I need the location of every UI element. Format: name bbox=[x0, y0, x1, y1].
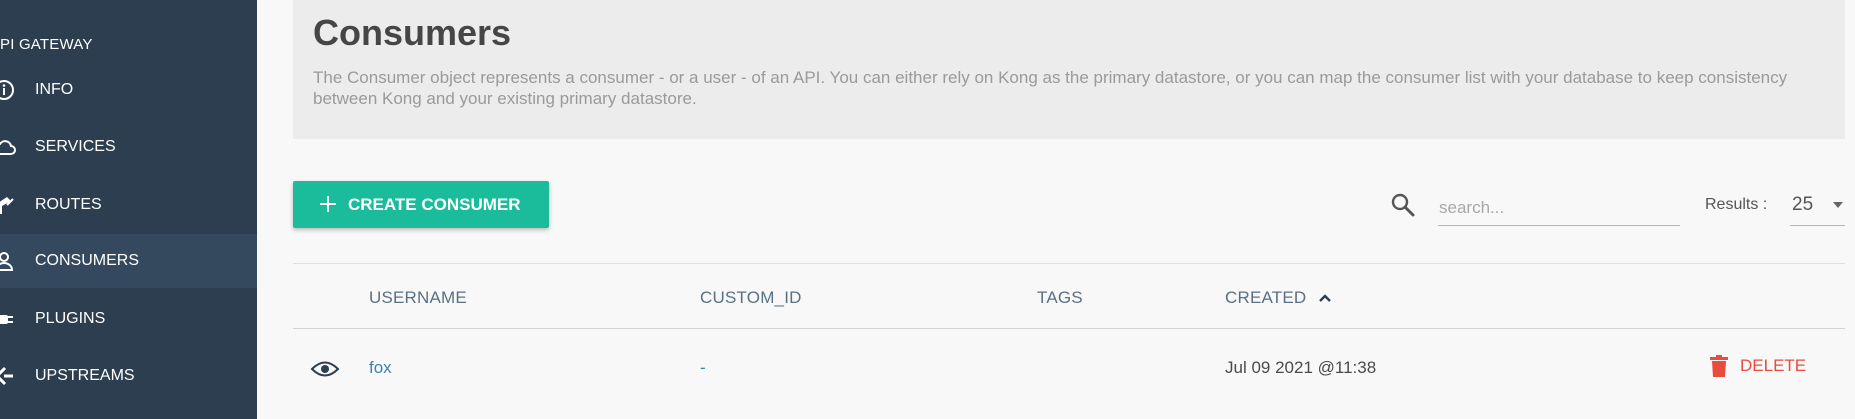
sidebar-item-label: INFO bbox=[35, 81, 74, 98]
sort-ascending-icon bbox=[1319, 294, 1332, 302]
sidebar-item-label: UPSTREAMS bbox=[35, 367, 135, 384]
cloud-icon bbox=[0, 135, 16, 159]
plug-icon bbox=[0, 307, 16, 331]
create-consumer-button[interactable]: CREATE CONSUMER bbox=[293, 181, 549, 228]
caret-down-icon bbox=[1833, 202, 1843, 208]
column-header-tags[interactable]: TAGS bbox=[1037, 288, 1083, 308]
sidebar-heading: PI GATEWAY bbox=[0, 36, 93, 53]
route-icon bbox=[0, 193, 16, 217]
sidebar-item-label: PLUGINS bbox=[35, 310, 106, 327]
results-label: Results : bbox=[1705, 196, 1768, 213]
page-title: Consumers bbox=[313, 12, 512, 53]
sidebar-item-label: SERVICES bbox=[35, 138, 116, 155]
sidebar-item-label: ROUTES bbox=[35, 196, 102, 213]
delete-button[interactable]: DELETE bbox=[1710, 355, 1806, 377]
trash-icon bbox=[1710, 355, 1728, 377]
results-per-page-select[interactable]: 25 bbox=[1790, 188, 1845, 226]
username-link[interactable]: fox bbox=[369, 358, 392, 378]
sidebar: PI GATEWAY INFO SERVICES ROUTES CONSUMER… bbox=[0, 0, 257, 419]
delete-label: DELETE bbox=[1740, 356, 1807, 375]
column-header-created[interactable]: CREATED bbox=[1225, 288, 1332, 308]
results-per-page-value: 25 bbox=[1792, 194, 1814, 215]
user-icon bbox=[0, 249, 16, 273]
sidebar-item-consumers[interactable]: CONSUMERS bbox=[0, 234, 257, 288]
column-header-custom-id[interactable]: CUSTOM_ID bbox=[700, 288, 802, 308]
sidebar-item-routes[interactable]: ROUTES bbox=[0, 178, 257, 232]
table-header-divider bbox=[293, 328, 1845, 329]
page-header: Consumers The Consumer object represents… bbox=[293, 0, 1845, 139]
created-cell: Jul 09 2021 @11:38 bbox=[1225, 358, 1377, 377]
custom-id-link[interactable]: - bbox=[700, 358, 706, 378]
plus-icon bbox=[320, 196, 336, 212]
column-header-created-label: CREATED bbox=[1225, 288, 1307, 307]
sidebar-item-plugins[interactable]: PLUGINS bbox=[0, 292, 257, 346]
create-consumer-label: CREATE CONSUMER bbox=[348, 195, 521, 214]
page-description: The Consumer object represents a consume… bbox=[313, 68, 1788, 108]
search-input[interactable] bbox=[1438, 190, 1680, 226]
sidebar-item-upstreams[interactable]: UPSTREAMS bbox=[0, 349, 257, 403]
search-icon bbox=[1391, 193, 1415, 217]
table-row: fox - Jul 09 2021 @11:38 DELETE bbox=[293, 330, 1845, 400]
eye-icon[interactable] bbox=[310, 359, 340, 379]
sidebar-item-services[interactable]: SERVICES bbox=[0, 120, 257, 174]
column-header-username[interactable]: USERNAME bbox=[369, 288, 467, 308]
upstream-icon bbox=[0, 364, 16, 388]
sidebar-item-info[interactable]: INFO bbox=[0, 63, 257, 117]
table-divider bbox=[293, 263, 1845, 264]
sidebar-item-label: CONSUMERS bbox=[35, 252, 140, 269]
info-icon bbox=[0, 78, 16, 102]
